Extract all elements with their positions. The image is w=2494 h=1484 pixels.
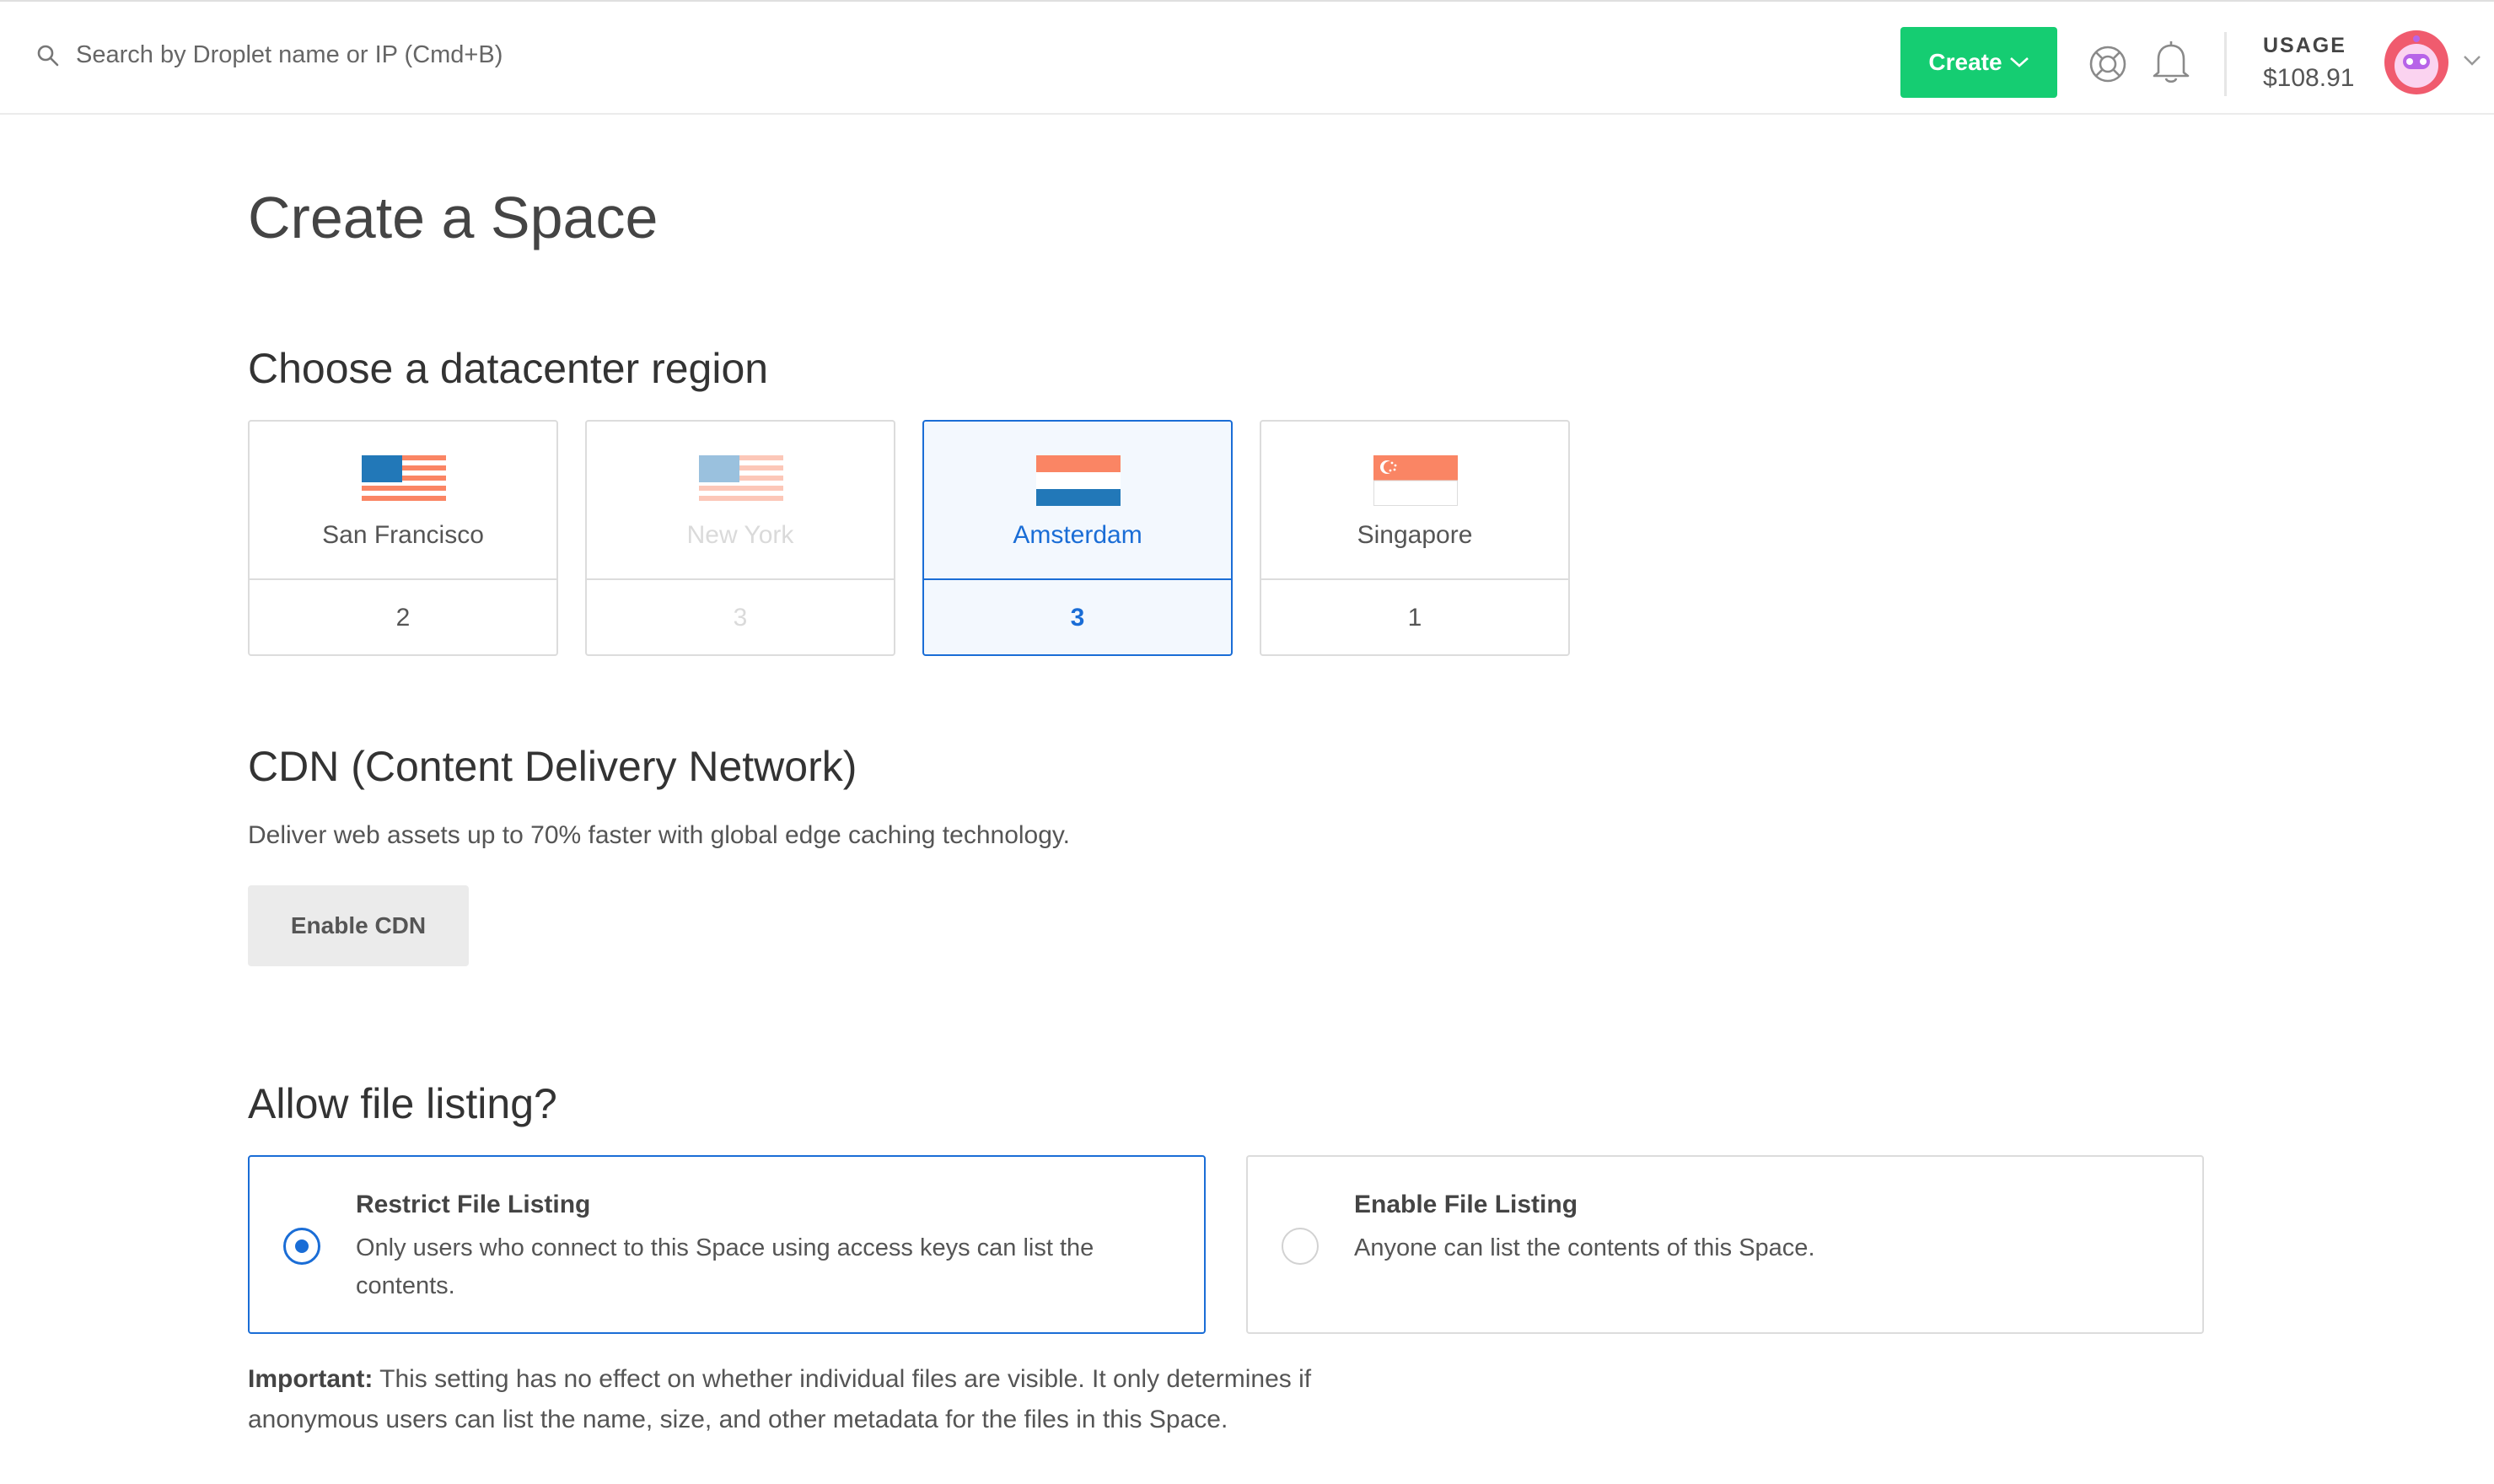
header-divider — [2224, 32, 2227, 96]
region-card-new-york: New York 3 — [585, 420, 895, 656]
create-button[interactable]: Create — [1900, 27, 2057, 98]
region-card-san-francisco[interactable]: San Francisco 2 — [248, 420, 558, 656]
enable-file-listing-option[interactable]: Enable File Listing Anyone can list the … — [1246, 1155, 2204, 1334]
page-title: Create a Space — [248, 185, 658, 250]
search-icon — [37, 45, 59, 66]
option-title: Restrict File Listing — [356, 1191, 591, 1218]
us-flag-icon — [362, 455, 446, 506]
restrict-file-listing-option[interactable]: Restrict File Listing Only users who con… — [248, 1155, 1206, 1334]
region-datacenter-count: 3 — [733, 604, 748, 632]
usage-value[interactable]: $108.91 — [2263, 64, 2354, 93]
enable-cdn-button[interactable]: Enable CDN — [248, 885, 469, 966]
file-listing-heading: Allow file listing? — [248, 1080, 557, 1127]
region-card-amsterdam[interactable]: Amsterdam 3 — [922, 420, 1233, 656]
cdn-heading: CDN (Content Delivery Network) — [248, 743, 857, 790]
option-description: Anyone can list the contents of this Spa… — [1354, 1234, 1815, 1261]
chevron-down-icon — [2009, 57, 2029, 67]
region-datacenter-count: 3 — [1070, 604, 1085, 632]
region-card-singapore[interactable]: Singapore 1 — [1260, 420, 1570, 656]
cdn-description: Deliver web assets up to 70% faster with… — [248, 821, 1071, 849]
region-name: Amsterdam — [1013, 521, 1142, 549]
search-bar[interactable] — [34, 40, 668, 70]
note-text: This setting has no effect on whether in… — [248, 1365, 1312, 1433]
note-label: Important: — [248, 1365, 374, 1393]
top-navigation-bar: Create USAGE $108.91 — [0, 0, 2494, 115]
region-name: San Francisco — [322, 521, 484, 549]
file-listing-note: Important: This setting has no effect on… — [248, 1359, 1428, 1440]
region-name: Singapore — [1357, 521, 1473, 549]
us-flag-icon — [699, 455, 783, 506]
region-datacenter-count: 1 — [1407, 604, 1422, 632]
search-input[interactable] — [74, 40, 668, 70]
option-description: Only users who connect to this Space usi… — [356, 1234, 1094, 1299]
account-chevron-down-icon[interactable] — [2462, 54, 2482, 67]
create-button-label: Create — [1928, 49, 2002, 75]
help-lifebuoy-icon[interactable] — [2088, 44, 2128, 84]
avatar[interactable] — [2383, 29, 2450, 96]
nl-flag-icon — [1036, 455, 1121, 506]
region-datacenter-count: 2 — [395, 604, 411, 632]
restrict-file-listing-radio[interactable] — [283, 1228, 320, 1265]
region-name: New York — [686, 521, 794, 549]
region-heading: Choose a datacenter region — [248, 345, 769, 392]
option-title: Enable File Listing — [1354, 1191, 1578, 1218]
bell-icon[interactable] — [2152, 39, 2190, 84]
sg-flag-icon — [1373, 455, 1458, 506]
usage-label: USAGE — [2263, 34, 2346, 57]
enable-file-listing-radio[interactable] — [1282, 1228, 1319, 1265]
